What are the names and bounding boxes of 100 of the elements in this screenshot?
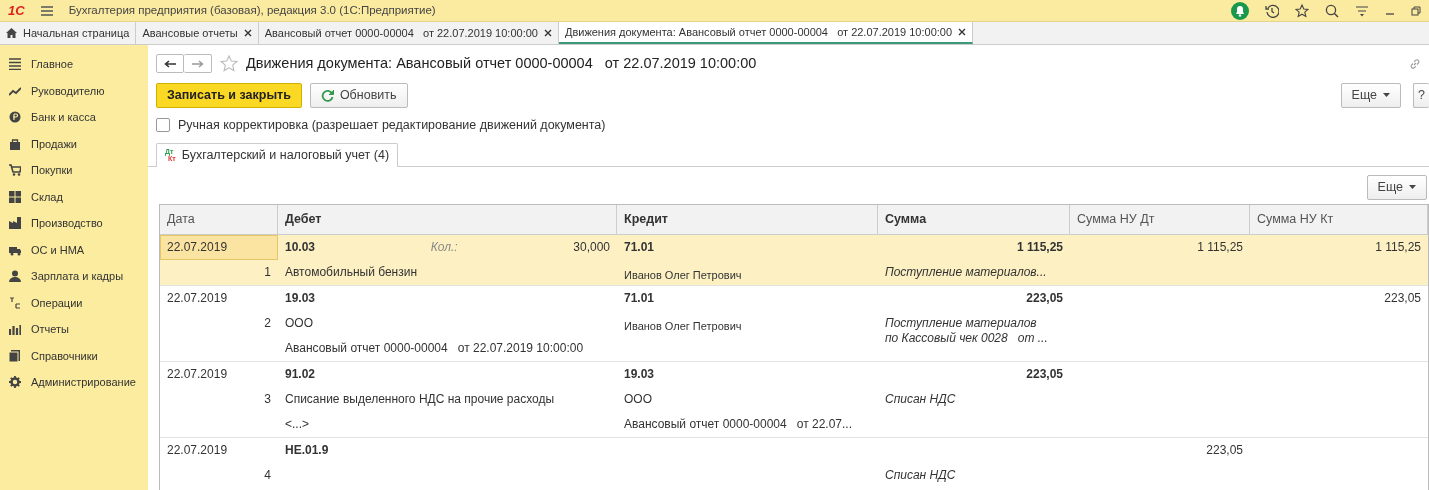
table-cell-text: Иванов Олег Петрович (624, 318, 743, 334)
account-code: 19.03 (624, 366, 656, 383)
row-number: 1 (263, 264, 271, 281)
bag-icon (9, 137, 21, 150)
amount: 223,05 (1025, 366, 1063, 383)
column-header[interactable]: Кредит (617, 204, 878, 235)
close-icon[interactable] (243, 29, 252, 37)
sidebar-item[interactable]: Склад (0, 183, 148, 210)
gear-icon (9, 376, 21, 389)
table-cell-text: 22.07.2019 (167, 366, 229, 383)
history-icon[interactable] (1265, 3, 1279, 18)
table-cell: 22.07.2019 (160, 234, 278, 260)
column-header[interactable]: Дебет (278, 204, 617, 235)
close-icon[interactable] (543, 29, 552, 37)
amount: 1 115,25 (1015, 239, 1063, 256)
operation-note: Списан НДС (885, 466, 957, 483)
row-number: 4 (263, 467, 271, 484)
bell-icon[interactable] (1231, 1, 1249, 20)
menu-icon[interactable] (40, 5, 53, 16)
amount: 1 115,25 (1196, 239, 1243, 256)
checkbox[interactable] (156, 118, 170, 133)
menu-icon (9, 58, 21, 71)
account-code: 91.02 (285, 366, 317, 383)
account-code: 19.03 (285, 290, 317, 307)
amount: 1 115,25 (1374, 239, 1421, 256)
arrow-left-icon (164, 59, 176, 68)
star-icon[interactable] (1295, 3, 1309, 18)
table-cell-text: 22.07.2019 (167, 442, 229, 459)
sidebar-item[interactable]: ОС и НМА (0, 236, 148, 263)
quantity-label: Кол.: (430, 239, 458, 256)
amount: 223,05 (1383, 290, 1421, 307)
person-icon (9, 270, 21, 283)
help-button[interactable]: ? (1413, 82, 1429, 108)
bar-chart-icon (9, 323, 21, 336)
book-icon (9, 349, 21, 362)
column-header[interactable]: Дата (160, 204, 278, 235)
menu-icon[interactable] (1355, 3, 1369, 18)
arrow-right-icon (191, 59, 204, 68)
sidebar-item[interactable]: Производство (0, 210, 148, 237)
table-cell-text: Списание выделенного НДС на прочие расходы (285, 391, 556, 408)
row-number: 2 (263, 315, 271, 332)
table-cell-text: Автомобильный бензин (285, 264, 419, 281)
column-header[interactable]: Сумма (878, 204, 1070, 235)
account-code: 71.01 (624, 239, 656, 256)
table-cell-text: <...> (285, 416, 311, 433)
account-code: НЕ.01.9 (285, 442, 330, 459)
link-icon[interactable] (1409, 57, 1421, 70)
quantity-value: 30,000 (573, 239, 610, 256)
table-cell-text: ООО (624, 391, 653, 408)
sidebar-item[interactable]: Главное (0, 51, 148, 78)
operation-note: Поступление материалов... (885, 263, 1048, 280)
refresh-icon (320, 88, 334, 102)
table-row[interactable]: 22.07.2019 4 НЕ.01.9 Списан НДС 223,05 (160, 437, 1428, 490)
table-cell-text: Авансовый отчет 0000-00004 от 22.07... (624, 416, 853, 433)
checkbox-label: Ручная корректировка (разрешает редактирование движений документа) (178, 116, 606, 134)
account-code: 71.01 (624, 290, 656, 307)
operations-icon (9, 296, 21, 309)
cart-icon (9, 164, 21, 177)
factory-icon (9, 217, 21, 230)
window-tab[interactable]: Движения документа: Авансовый отчет 0000-00004 от 22.07.2019 10:00:00 (558, 22, 974, 44)
app-title: Бухгалтерия предприятия (базовая), редакция 3.0 (1С:Предприятие) (68, 2, 436, 18)
restore-icon[interactable] (1411, 5, 1421, 16)
sidebar-item[interactable]: Отчеты (0, 316, 148, 343)
table-cell-text: Авансовый отчет 0000-00004 от 22.07.2019 10:00:00 (285, 340, 585, 357)
app-logo: 1С (8, 1, 25, 20)
table-row[interactable]: 22.07.2019 2 19.03 ООО Авансовый отчет 0000-00004 от 22.07.2019 10:00:00 71.01 Иванов Олег Петрович 223,05 Поступление материалов по Кассовый чек 0028 от ... 223,05 (160, 285, 1428, 362)
amount: 223,05 (1205, 442, 1243, 459)
column-header[interactable]: Сумма НУ Дт (1070, 204, 1250, 235)
search-icon[interactable] (1325, 3, 1339, 18)
sidebar-item[interactable]: Продажи (0, 130, 148, 157)
sidebar-item[interactable]: Справочники (0, 342, 148, 369)
row-number: 3 (263, 391, 271, 408)
table-row[interactable]: 22.07.2019 3 91.02 Списание выделенного НДС на прочие расходы <...> 19.03 ООО Авансовый отчет 0000-00004 от 22.07... 223,05 Списан НДС (160, 361, 1428, 438)
account-code: 10.03 (285, 239, 316, 256)
sidebar-item[interactable]: Банк и касса (0, 104, 148, 131)
sidebar-item[interactable]: Покупки (0, 157, 148, 184)
save-close-button[interactable]: Записать и закрыть (156, 82, 302, 108)
more-button[interactable]: Еще (1366, 174, 1427, 200)
caret-icon (1409, 185, 1416, 189)
star-icon[interactable] (220, 54, 238, 73)
form-title: Движения документа: Авансовый отчет 0000-00004 от 22.07.2019 10:00:00 (246, 54, 757, 73)
coin-icon (9, 111, 21, 124)
back-button[interactable] (156, 54, 184, 74)
sidebar-item[interactable]: Зарплата и кадры (0, 263, 148, 290)
amount: 223,05 (1025, 290, 1063, 307)
close-icon[interactable] (958, 28, 967, 36)
home-icon (6, 28, 17, 38)
sidebar-item[interactable]: Руководителю (0, 77, 148, 104)
table-cell-text: 22.07.2019 (167, 290, 229, 307)
refresh-button[interactable]: Обновить (309, 82, 408, 108)
table-row[interactable]: 22.07.2019 1 10.03 Кол.: 30,000 Автомобильный бензин 71.01 Иванов Олег Петрович 1 115,25 Поступление материалов... 1 115,25 1 115,25 (160, 234, 1428, 286)
more-button[interactable]: Еще (1340, 82, 1401, 108)
caret-icon (1383, 93, 1390, 98)
table-cell-text: ООО (285, 315, 314, 332)
sidebar-item[interactable]: Администрирование (0, 369, 148, 396)
column-header[interactable]: Сумма НУ Кт (1250, 204, 1428, 235)
operation-note: Списан НДС (885, 390, 957, 407)
chart-line-icon (9, 84, 21, 97)
table-cell-text: Иванов Олег Петрович (624, 267, 743, 283)
sidebar-item[interactable]: Операции (0, 289, 148, 316)
